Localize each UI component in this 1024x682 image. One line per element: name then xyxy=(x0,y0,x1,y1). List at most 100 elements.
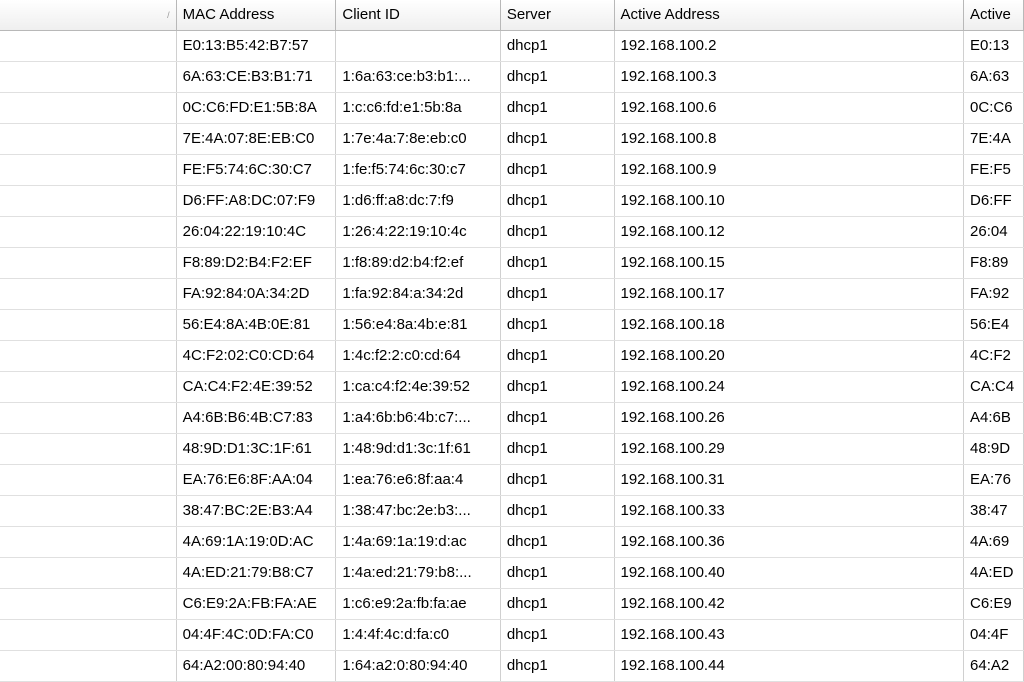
cell-active-mac: A4:6B xyxy=(964,403,1024,434)
cell-empty xyxy=(0,620,176,651)
cell-mac-address: 26:04:22:19:10:4C xyxy=(176,217,336,248)
cell-empty xyxy=(0,403,176,434)
cell-empty xyxy=(0,589,176,620)
table-row[interactable]: 6A:63:CE:B3:B1:711:6a:63:ce:b3:b1:...dhc… xyxy=(0,62,1024,93)
cell-active-address: 192.168.100.26 xyxy=(614,403,964,434)
column-header-server[interactable]: Server xyxy=(500,0,614,31)
cell-active-mac: F8:89 xyxy=(964,248,1024,279)
table-row[interactable]: 0C:C6:FD:E1:5B:8A1:c:c6:fd:e1:5b:8adhcp1… xyxy=(0,93,1024,124)
cell-active-address: 192.168.100.29 xyxy=(614,434,964,465)
cell-active-mac: 4C:F2 xyxy=(964,341,1024,372)
cell-active-mac: 4A:69 xyxy=(964,527,1024,558)
table-row[interactable]: 7E:4A:07:8E:EB:C01:7e:4a:7:8e:eb:c0dhcp1… xyxy=(0,124,1024,155)
cell-server: dhcp1 xyxy=(500,124,614,155)
cell-client-id: 1:fa:92:84:a:34:2d xyxy=(336,279,500,310)
cell-active-address: 192.168.100.12 xyxy=(614,217,964,248)
cell-empty xyxy=(0,465,176,496)
cell-active-mac: FA:92 xyxy=(964,279,1024,310)
column-header-active-address[interactable]: Active Address xyxy=(614,0,964,31)
cell-empty xyxy=(0,93,176,124)
cell-client-id: 1:56:e4:8a:4b:e:81 xyxy=(336,310,500,341)
cell-empty xyxy=(0,155,176,186)
cell-empty xyxy=(0,186,176,217)
cell-active-address: 192.168.100.3 xyxy=(614,62,964,93)
cell-empty xyxy=(0,31,176,62)
cell-mac-address: D6:FF:A8:DC:07:F9 xyxy=(176,186,336,217)
table-row[interactable]: F8:89:D2:B4:F2:EF1:f8:89:d2:b4:f2:efdhcp… xyxy=(0,248,1024,279)
cell-empty xyxy=(0,248,176,279)
cell-client-id: 1:fe:f5:74:6c:30:c7 xyxy=(336,155,500,186)
cell-client-id: 1:7e:4a:7:8e:eb:c0 xyxy=(336,124,500,155)
cell-active-address: 192.168.100.6 xyxy=(614,93,964,124)
cell-active-address: 192.168.100.9 xyxy=(614,155,964,186)
cell-client-id: 1:c6:e9:2a:fb:fa:ae xyxy=(336,589,500,620)
cell-empty xyxy=(0,558,176,589)
cell-mac-address: 0C:C6:FD:E1:5B:8A xyxy=(176,93,336,124)
cell-active-mac: 56:E4 xyxy=(964,310,1024,341)
table-row[interactable]: 48:9D:D1:3C:1F:611:48:9d:d1:3c:1f:61dhcp… xyxy=(0,434,1024,465)
table-row[interactable]: 04:4F:4C:0D:FA:C01:4:4f:4c:d:fa:c0dhcp11… xyxy=(0,620,1024,651)
cell-mac-address: 56:E4:8A:4B:0E:81 xyxy=(176,310,336,341)
cell-client-id: 1:4:4f:4c:d:fa:c0 xyxy=(336,620,500,651)
cell-mac-address: FE:F5:74:6C:30:C7 xyxy=(176,155,336,186)
cell-server: dhcp1 xyxy=(500,403,614,434)
column-header-empty[interactable]: / xyxy=(0,0,176,31)
cell-mac-address: EA:76:E6:8F:AA:04 xyxy=(176,465,336,496)
column-header-active-mac[interactable]: Active xyxy=(964,0,1024,31)
table-row[interactable]: CA:C4:F2:4E:39:521:ca:c4:f2:4e:39:52dhcp… xyxy=(0,372,1024,403)
table-row[interactable]: 56:E4:8A:4B:0E:811:56:e4:8a:4b:e:81dhcp1… xyxy=(0,310,1024,341)
table-row[interactable]: 4C:F2:02:C0:CD:641:4c:f2:2:c0:cd:64dhcp1… xyxy=(0,341,1024,372)
cell-empty xyxy=(0,341,176,372)
cell-active-address: 192.168.100.40 xyxy=(614,558,964,589)
table-row[interactable]: EA:76:E6:8F:AA:041:ea:76:e6:8f:aa:4dhcp1… xyxy=(0,465,1024,496)
cell-empty xyxy=(0,372,176,403)
cell-client-id: 1:d6:ff:a8:dc:7:f9 xyxy=(336,186,500,217)
cell-active-address: 192.168.100.36 xyxy=(614,527,964,558)
cell-active-mac: 64:A2 xyxy=(964,651,1024,682)
column-header-label: Server xyxy=(507,6,551,23)
cell-active-mac: 26:04 xyxy=(964,217,1024,248)
cell-mac-address: 04:4F:4C:0D:FA:C0 xyxy=(176,620,336,651)
cell-active-mac: FE:F5 xyxy=(964,155,1024,186)
cell-client-id: 1:f8:89:d2:b4:f2:ef xyxy=(336,248,500,279)
column-header-mac[interactable]: MAC Address xyxy=(176,0,336,31)
table-row[interactable]: 64:A2:00:80:94:401:64:a2:0:80:94:40dhcp1… xyxy=(0,651,1024,682)
table-row[interactable]: FE:F5:74:6C:30:C71:fe:f5:74:6c:30:c7dhcp… xyxy=(0,155,1024,186)
cell-active-mac: 0C:C6 xyxy=(964,93,1024,124)
cell-active-address: 192.168.100.24 xyxy=(614,372,964,403)
cell-mac-address: 4C:F2:02:C0:CD:64 xyxy=(176,341,336,372)
table-row[interactable]: FA:92:84:0A:34:2D1:fa:92:84:a:34:2ddhcp1… xyxy=(0,279,1024,310)
cell-active-mac: 4A:ED xyxy=(964,558,1024,589)
table-row[interactable]: C6:E9:2A:FB:FA:AE1:c6:e9:2a:fb:fa:aedhcp… xyxy=(0,589,1024,620)
cell-active-address: 192.168.100.31 xyxy=(614,465,964,496)
cell-active-address: 192.168.100.33 xyxy=(614,496,964,527)
cell-mac-address: 6A:63:CE:B3:B1:71 xyxy=(176,62,336,93)
table-row[interactable]: 38:47:BC:2E:B3:A41:38:47:bc:2e:b3:...dhc… xyxy=(0,496,1024,527)
cell-server: dhcp1 xyxy=(500,620,614,651)
table-row[interactable]: E0:13:B5:42:B7:57dhcp1192.168.100.2E0:13 xyxy=(0,31,1024,62)
table-row[interactable]: 26:04:22:19:10:4C1:26:4:22:19:10:4cdhcp1… xyxy=(0,217,1024,248)
cell-server: dhcp1 xyxy=(500,310,614,341)
cell-active-address: 192.168.100.8 xyxy=(614,124,964,155)
header-row: / MAC Address Client ID Server Active Ad… xyxy=(0,0,1024,31)
cell-server: dhcp1 xyxy=(500,434,614,465)
cell-server: dhcp1 xyxy=(500,279,614,310)
table-row[interactable]: D6:FF:A8:DC:07:F91:d6:ff:a8:dc:7:f9dhcp1… xyxy=(0,186,1024,217)
cell-client-id: 1:c:c6:fd:e1:5b:8a xyxy=(336,93,500,124)
table-row[interactable]: 4A:69:1A:19:0D:AC1:4a:69:1a:19:d:acdhcp1… xyxy=(0,527,1024,558)
cell-client-id xyxy=(336,31,500,62)
dhcp-lease-table: / MAC Address Client ID Server Active Ad… xyxy=(0,0,1024,682)
column-header-label: MAC Address xyxy=(183,6,275,23)
cell-mac-address: 38:47:BC:2E:B3:A4 xyxy=(176,496,336,527)
cell-active-mac: 38:47 xyxy=(964,496,1024,527)
column-header-client-id[interactable]: Client ID xyxy=(336,0,500,31)
cell-server: dhcp1 xyxy=(500,589,614,620)
cell-active-address: 192.168.100.15 xyxy=(614,248,964,279)
cell-server: dhcp1 xyxy=(500,465,614,496)
cell-empty xyxy=(0,527,176,558)
cell-empty xyxy=(0,217,176,248)
table-row[interactable]: A4:6B:B6:4B:C7:831:a4:6b:b6:4b:c7:...dhc… xyxy=(0,403,1024,434)
cell-server: dhcp1 xyxy=(500,248,614,279)
cell-active-mac: E0:13 xyxy=(964,31,1024,62)
table-row[interactable]: 4A:ED:21:79:B8:C71:4a:ed:21:79:b8:...dhc… xyxy=(0,558,1024,589)
